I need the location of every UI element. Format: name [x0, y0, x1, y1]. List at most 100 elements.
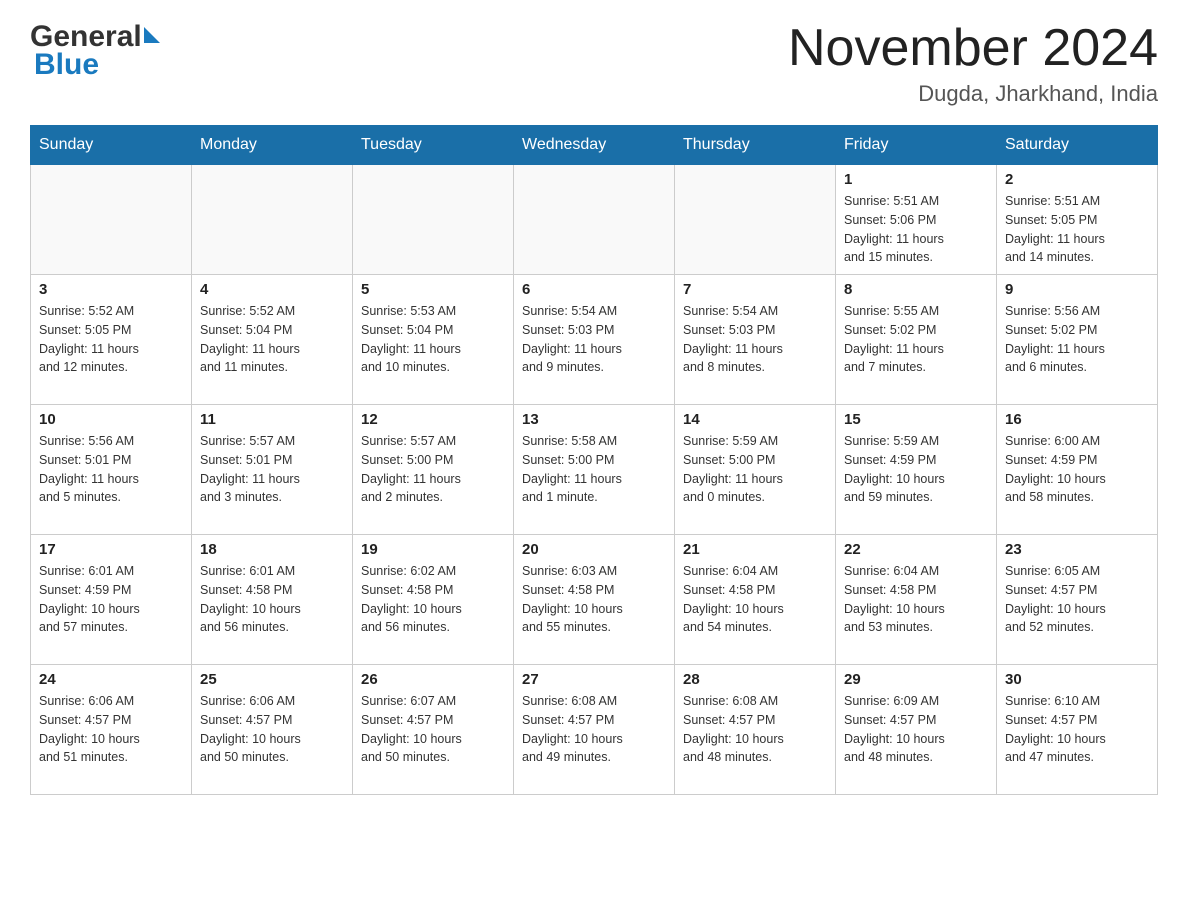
day-number: 19	[361, 541, 505, 558]
calendar-cell: 30Sunrise: 6:10 AMSunset: 4:57 PMDayligh…	[997, 665, 1158, 795]
calendar-cell: 9Sunrise: 5:56 AMSunset: 5:02 PMDaylight…	[997, 275, 1158, 405]
day-number: 24	[39, 671, 183, 688]
day-number: 25	[200, 671, 344, 688]
day-number: 4	[200, 281, 344, 298]
calendar-week-row: 1 Sunrise: 5:51 AMSunset: 5:06 PMDaylight…	[31, 165, 1158, 275]
calendar-cell: 13 Sunrise: 5:58 AMSunset: 5:00 PMDayligh…	[514, 405, 675, 535]
logo: General Blue	[30, 20, 160, 82]
header-day-saturday: Saturday	[997, 126, 1158, 165]
day-info: Sunrise: 5:54 AMSunset: 5:03 PMDaylight:…	[522, 302, 666, 377]
day-info: Sunrise: 5:53 AMSunset: 5:04 PMDaylight:…	[361, 302, 505, 377]
day-number: 6	[522, 281, 666, 298]
calendar-cell: 12 Sunrise: 5:57 AMSunset: 5:00 PMDayligh…	[353, 405, 514, 535]
day-info: Sunrise: 5:52 AMSunset: 5:05 PMDaylight:…	[39, 302, 183, 377]
calendar-cell: 10 Sunrise: 5:56 AMSunset: 5:01 PMDayligh…	[31, 405, 192, 535]
day-number: 7	[683, 281, 827, 298]
calendar-cell: 5 Sunrise: 5:53 AMSunset: 5:04 PMDaylight…	[353, 275, 514, 405]
day-info: Sunrise: 6:05 AMSunset: 4:57 PMDaylight:…	[1005, 562, 1149, 637]
calendar-cell: 23 Sunrise: 6:05 AMSunset: 4:57 PMDayligh…	[997, 535, 1158, 665]
day-info: Sunrise: 6:06 AMSunset: 4:57 PMDaylight:…	[200, 692, 344, 767]
calendar-cell: 20 Sunrise: 6:03 AMSunset: 4:58 PMDayligh…	[514, 535, 675, 665]
header-day-wednesday: Wednesday	[514, 126, 675, 165]
day-info: Sunrise: 5:56 AMSunset: 5:01 PMDaylight:…	[39, 432, 183, 507]
calendar-cell: 18 Sunrise: 6:01 AMSunset: 4:58 PMDayligh…	[192, 535, 353, 665]
calendar-cell: 27 Sunrise: 6:08 AMSunset: 4:57 PMDayligh…	[514, 665, 675, 795]
calendar-cell: 19Sunrise: 6:02 AMSunset: 4:58 PMDayligh…	[353, 535, 514, 665]
day-number: 27	[522, 671, 666, 688]
day-info: Sunrise: 6:01 AMSunset: 4:59 PMDaylight:…	[39, 562, 183, 637]
day-info: Sunrise: 6:07 AMSunset: 4:57 PMDaylight:…	[361, 692, 505, 767]
day-number: 18	[200, 541, 344, 558]
calendar-header-row: SundayMondayTuesdayWednesdayThursdayFrid…	[31, 126, 1158, 165]
day-info: Sunrise: 6:08 AMSunset: 4:57 PMDaylight:…	[522, 692, 666, 767]
calendar-cell: 25 Sunrise: 6:06 AMSunset: 4:57 PMDayligh…	[192, 665, 353, 795]
calendar-subtitle: Dugda, Jharkhand, India	[788, 81, 1158, 107]
calendar-cell: 14 Sunrise: 5:59 AMSunset: 5:00 PMDayligh…	[675, 405, 836, 535]
day-info: Sunrise: 5:57 AMSunset: 5:00 PMDaylight:…	[361, 432, 505, 507]
day-info: Sunrise: 5:51 AMSunset: 5:06 PMDaylight:…	[844, 192, 988, 267]
day-number: 10	[39, 411, 183, 428]
day-info: Sunrise: 6:04 AMSunset: 4:58 PMDaylight:…	[844, 562, 988, 637]
day-info: Sunrise: 6:09 AMSunset: 4:57 PMDaylight:…	[844, 692, 988, 767]
day-number: 2	[1005, 171, 1149, 188]
calendar-cell: 4 Sunrise: 5:52 AMSunset: 5:04 PMDaylight…	[192, 275, 353, 405]
logo-blue-text: Blue	[34, 48, 99, 81]
calendar-table: SundayMondayTuesdayWednesdayThursdayFrid…	[30, 125, 1158, 795]
calendar-cell: 3Sunrise: 5:52 AMSunset: 5:05 PMDaylight…	[31, 275, 192, 405]
calendar-week-row: 3Sunrise: 5:52 AMSunset: 5:05 PMDaylight…	[31, 275, 1158, 405]
day-number: 20	[522, 541, 666, 558]
calendar-week-row: 17 Sunrise: 6:01 AMSunset: 4:59 PMDayligh…	[31, 535, 1158, 665]
calendar-cell	[192, 165, 353, 275]
day-info: Sunrise: 6:03 AMSunset: 4:58 PMDaylight:…	[522, 562, 666, 637]
calendar-title-section: November 2024 Dugda, Jharkhand, India	[788, 20, 1158, 107]
day-number: 8	[844, 281, 988, 298]
header: General Blue November 2024 Dugda, Jharkh…	[30, 20, 1158, 107]
day-info: Sunrise: 6:01 AMSunset: 4:58 PMDaylight:…	[200, 562, 344, 637]
day-number: 28	[683, 671, 827, 688]
day-number: 21	[683, 541, 827, 558]
day-number: 26	[361, 671, 505, 688]
day-number: 23	[1005, 541, 1149, 558]
calendar-cell: 8Sunrise: 5:55 AMSunset: 5:02 PMDaylight…	[836, 275, 997, 405]
day-info: Sunrise: 5:59 AMSunset: 5:00 PMDaylight:…	[683, 432, 827, 507]
day-info: Sunrise: 5:59 AMSunset: 4:59 PMDaylight:…	[844, 432, 988, 507]
calendar-cell: 2 Sunrise: 5:51 AMSunset: 5:05 PMDaylight…	[997, 165, 1158, 275]
day-info: Sunrise: 6:04 AMSunset: 4:58 PMDaylight:…	[683, 562, 827, 637]
calendar-cell: 1 Sunrise: 5:51 AMSunset: 5:06 PMDaylight…	[836, 165, 997, 275]
day-info: Sunrise: 6:06 AMSunset: 4:57 PMDaylight:…	[39, 692, 183, 767]
header-day-sunday: Sunday	[31, 126, 192, 165]
calendar-cell: 26 Sunrise: 6:07 AMSunset: 4:57 PMDayligh…	[353, 665, 514, 795]
day-number: 5	[361, 281, 505, 298]
day-info: Sunrise: 5:56 AMSunset: 5:02 PMDaylight:…	[1005, 302, 1149, 377]
day-info: Sunrise: 5:54 AMSunset: 5:03 PMDaylight:…	[683, 302, 827, 377]
header-day-thursday: Thursday	[675, 126, 836, 165]
day-number: 16	[1005, 411, 1149, 428]
day-number: 12	[361, 411, 505, 428]
day-number: 22	[844, 541, 988, 558]
header-day-tuesday: Tuesday	[353, 126, 514, 165]
header-day-friday: Friday	[836, 126, 997, 165]
calendar-cell: 21 Sunrise: 6:04 AMSunset: 4:58 PMDayligh…	[675, 535, 836, 665]
calendar-cell	[675, 165, 836, 275]
logo-arrow-icon	[144, 27, 160, 43]
calendar-cell	[353, 165, 514, 275]
calendar-cell: 24 Sunrise: 6:06 AMSunset: 4:57 PMDayligh…	[31, 665, 192, 795]
day-info: Sunrise: 5:51 AMSunset: 5:05 PMDaylight:…	[1005, 192, 1149, 267]
header-day-monday: Monday	[192, 126, 353, 165]
calendar-week-row: 24 Sunrise: 6:06 AMSunset: 4:57 PMDayligh…	[31, 665, 1158, 795]
day-number: 13	[522, 411, 666, 428]
day-number: 29	[844, 671, 988, 688]
day-info: Sunrise: 6:08 AMSunset: 4:57 PMDaylight:…	[683, 692, 827, 767]
calendar-cell: 17 Sunrise: 6:01 AMSunset: 4:59 PMDayligh…	[31, 535, 192, 665]
calendar-cell	[31, 165, 192, 275]
day-info: Sunrise: 6:10 AMSunset: 4:57 PMDaylight:…	[1005, 692, 1149, 767]
day-info: Sunrise: 5:57 AMSunset: 5:01 PMDaylight:…	[200, 432, 344, 507]
day-number: 11	[200, 411, 344, 428]
day-number: 14	[683, 411, 827, 428]
day-number: 1	[844, 171, 988, 188]
calendar-cell: 16Sunrise: 6:00 AMSunset: 4:59 PMDayligh…	[997, 405, 1158, 535]
day-number: 17	[39, 541, 183, 558]
day-info: Sunrise: 5:58 AMSunset: 5:00 PMDaylight:…	[522, 432, 666, 507]
calendar-cell: 28 Sunrise: 6:08 AMSunset: 4:57 PMDayligh…	[675, 665, 836, 795]
day-info: Sunrise: 5:52 AMSunset: 5:04 PMDaylight:…	[200, 302, 344, 377]
